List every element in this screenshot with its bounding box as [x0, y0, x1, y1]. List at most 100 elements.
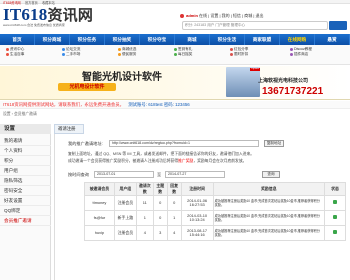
subnav-link[interactable]: 便民服务: [118, 52, 178, 57]
top-strip: IT618资讯网 官方首页 收藏本站: [0, 0, 350, 5]
member-group: 新手上路: [113, 210, 137, 226]
col-header: 奖励信息: [212, 182, 326, 196]
sidebar-item-qq[interactable]: QQ绑定: [0, 206, 51, 216]
nav-item[interactable]: 积分商城: [35, 34, 70, 45]
divider: |: [242, 13, 244, 18]
subnav-link[interactable]: 限时折扣: [230, 52, 290, 57]
reward-tip-suffix: ，奖励每月会在次月底前发放。: [193, 159, 247, 163]
register-time: 2014-01-06 16:27:53: [180, 195, 214, 211]
banner-title: 智能光机设计软件: [82, 72, 162, 83]
reward-tip-text: 成功邀请一个会员获得推广奖励积分，被邀请人注册成功后将获得: [68, 159, 179, 163]
col-header: 回复数: [166, 182, 182, 196]
nav-item[interactable]: 首页: [0, 34, 35, 45]
dot-icon: [174, 52, 177, 56]
subnav-link[interactable]: 插件商店: [290, 52, 350, 57]
member-group: 注册会员: [113, 225, 137, 241]
sidebar-item-friends[interactable]: 好友设置: [0, 196, 51, 206]
reward-info: 成功被推荐注册后奖励10 金币;完成首次发帖后奖励10金币,推荐者获得积分奖励。: [212, 210, 326, 226]
invite-url-field[interactable]: http://www.cnit618.com/dz/regtuo.php?fro…: [109, 140, 259, 147]
subnav-col: Discuz教程 插件商店: [290, 47, 350, 57]
register-time: 2014-03-10 10:13:24: [180, 210, 214, 226]
table-row: huvip 注册会员 4 3 4 2013-08-17 15:44:16 成功被…: [84, 225, 346, 241]
dot-icon: [230, 52, 233, 56]
reply-count: 4: [166, 225, 182, 241]
subnav-col: 论坛交流 二手市场: [62, 47, 122, 57]
login-button[interactable]: [329, 21, 347, 30]
status-ok-icon: [333, 215, 338, 220]
sub-nav: 资讯中心 生活百事 论坛交流 二手市场 商城优选 便民服务 签到有礼 每日摇奖 …: [0, 45, 350, 65]
points-bar: 积分: 243183 用户 门户管理 管理中心: [182, 21, 328, 30]
notice-account: 测试账号: 618test 密码: 123456: [128, 102, 190, 107]
nav-item[interactable]: 商家联盟: [245, 34, 280, 45]
subnav-col: 红包分享 限时折扣: [230, 47, 290, 57]
userbar-link[interactable]: 短信: [233, 13, 241, 18]
main-nav: 首页 积分商城 积分任务 积分抽奖 积分夺宝 商城 积分生活 商家联盟 在线网购…: [0, 34, 350, 45]
menu-link[interactable]: 门户管理: [215, 23, 229, 27]
username-link[interactable]: admin: [186, 13, 198, 18]
reply-count: 1: [166, 210, 182, 226]
sidebar-item-usergroup[interactable]: 用户组: [0, 166, 51, 176]
status-cell: [324, 210, 346, 226]
col-header: 邀请次数: [135, 182, 154, 196]
notice-text: IT618资讯网提供测试网站，请联系我们，永远免费开通会员。: [3, 102, 124, 107]
query-button[interactable]: 查询: [262, 171, 280, 178]
userbar-link[interactable]: 设置: [210, 13, 218, 18]
subnav-link[interactable]: 每日摇奖: [174, 52, 234, 57]
nav-item[interactable]: 积分夺宝: [140, 34, 175, 45]
member-group: 注册会员: [113, 195, 137, 211]
menu-link[interactable]: 管理中心: [231, 23, 245, 27]
nav-item[interactable]: 积分任务: [70, 34, 105, 45]
user-bar: admin 在线 | 设置 | 我的 | 短信 | 商城 | 退出: [180, 12, 348, 20]
member-name[interactable]: huvip: [84, 225, 115, 241]
sidebar-item-profile[interactable]: 个人资料: [0, 146, 51, 156]
points-value: 243183: [194, 23, 207, 27]
userbar-link[interactable]: 我的: [222, 13, 230, 18]
table-row: ttmoney 注册会员 11 0 0 2014-01-06 16:27:53 …: [84, 195, 346, 211]
sidebar-item-privacy[interactable]: 隐私筛选: [0, 176, 51, 186]
menu-link[interactable]: 用户: [207, 23, 214, 27]
dot-icon: [62, 47, 65, 51]
nav-item[interactable]: 积分生活: [210, 34, 245, 45]
register-time: 2013-08-17 15:44:16: [180, 225, 214, 241]
table-row: fs@fur 新手上路 1 0 1 2014-03-10 10:13:24 成功…: [84, 210, 346, 226]
userbar-link[interactable]: 在线: [199, 13, 207, 18]
invite-count: 4: [135, 225, 154, 241]
invite-table: 被邀请会员 用户组 邀请次数 主题数 回复数 注册时间 奖励信息 状态 ttmo…: [84, 182, 346, 241]
dot-icon: [6, 52, 9, 56]
banner-company: 上海软视光电科技公司: [258, 78, 309, 84]
sidebar-item-security[interactable]: 密码安全: [0, 186, 51, 196]
subnav-col: 商城优选 便民服务: [118, 47, 178, 57]
subnav-link[interactable]: 生活百事: [6, 52, 66, 57]
status-cell: [324, 195, 346, 211]
sidebar-item-points[interactable]: 积分: [0, 156, 51, 166]
dot-icon: [118, 47, 121, 51]
col-header: 注册时间: [180, 182, 214, 196]
tab-invite[interactable]: 邀请注册: [54, 124, 84, 134]
logo-prefix: IT618: [3, 5, 48, 24]
nav-item[interactable]: 积分抽奖: [105, 34, 140, 45]
member-name[interactable]: ttmoney: [84, 195, 115, 211]
thread-count: 0: [152, 195, 168, 211]
member-name[interactable]: fs@fur: [84, 210, 115, 226]
sidebar-item-invite[interactable]: 我的邀请: [0, 136, 51, 146]
banner-image-tag: Lightool: [250, 68, 260, 71]
points-label: 积分:: [185, 23, 194, 27]
date-from-input[interactable]: 2013-07-01: [94, 171, 154, 178]
nav-item[interactable]: 悬赏: [315, 34, 350, 45]
banner-phone: 13671737221: [262, 86, 324, 97]
logo-name: 资讯网: [47, 8, 94, 24]
breadcrumb: 设置 › 会员推广邀请: [3, 112, 37, 116]
dot-icon: [290, 52, 293, 56]
banner-product-image: [226, 67, 260, 97]
logout-link[interactable]: 退出: [256, 13, 264, 18]
dot-icon: [290, 47, 293, 51]
subnav-link[interactable]: 二手市场: [62, 52, 122, 57]
userbar-link[interactable]: 商城: [244, 13, 252, 18]
user-avatar-icon: [180, 13, 184, 18]
invite-count: 1: [135, 210, 154, 226]
nav-item-star[interactable]: 在线网购: [280, 34, 315, 45]
date-to-input[interactable]: 2014-07-27: [165, 171, 225, 178]
nav-item[interactable]: 商城: [175, 34, 210, 45]
copy-url-button[interactable]: 复制地址: [264, 140, 284, 147]
sidebar-item-promote[interactable]: 会员推广邀请: [0, 216, 51, 226]
